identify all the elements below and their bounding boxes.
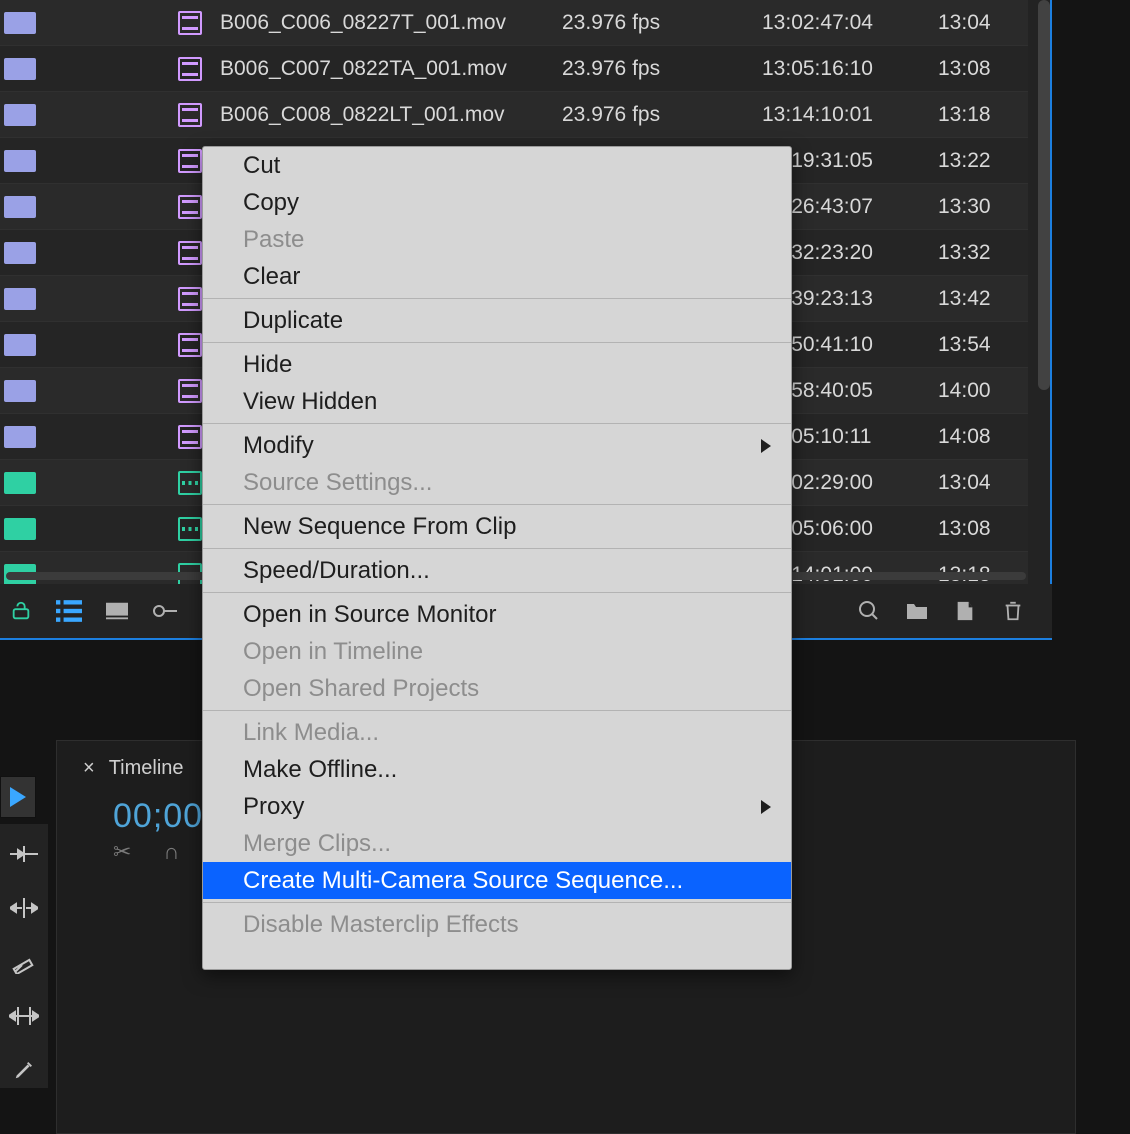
snap-icon[interactable]: ✂	[113, 839, 131, 865]
clip-media-end: 14:00	[938, 379, 1028, 403]
video-clip-icon	[178, 11, 202, 35]
menu-duplicate[interactable]: Duplicate	[203, 302, 791, 339]
clip-label-color[interactable]	[4, 472, 36, 494]
video-clip-icon	[178, 149, 202, 173]
audio-clip-icon	[178, 517, 202, 541]
menu-open-in-timeline: Open in Timeline	[203, 633, 791, 670]
clip-framerate: 23.976 fps	[562, 57, 762, 81]
clip-name: B006_C007_0822TA_001.mov	[202, 57, 562, 81]
clip-label-color[interactable]	[4, 518, 36, 540]
ripple-insert-icon[interactable]	[6, 836, 42, 872]
clip-label-color[interactable]	[4, 426, 36, 448]
clip-media-end: 13:22	[938, 149, 1028, 173]
freeform-view-icon[interactable]	[150, 596, 180, 626]
clip-framerate: 23.976 fps	[562, 11, 762, 35]
menu-clear[interactable]: Clear	[203, 258, 791, 295]
clip-label-color[interactable]	[4, 58, 36, 80]
source-play-button[interactable]	[0, 776, 36, 818]
menu-source-settings: Source Settings...	[203, 464, 791, 501]
menu-view-hidden[interactable]: View Hidden	[203, 383, 791, 420]
slip-icon[interactable]	[6, 998, 42, 1034]
clip-framerate: 23.976 fps	[562, 103, 762, 127]
video-clip-icon	[178, 287, 202, 311]
timeline-tools	[0, 824, 48, 1088]
new-bin-icon[interactable]	[902, 596, 932, 626]
menu-disable-masterclip-effects: Disable Masterclip Effects	[203, 906, 791, 943]
clip-label-color[interactable]	[4, 12, 36, 34]
clip-media-start: 13:05:16:10	[762, 57, 938, 81]
menu-open-source-monitor[interactable]: Open in Source Monitor	[203, 596, 791, 633]
menu-merge-clips: Merge Clips...	[203, 825, 791, 862]
bin-row[interactable]: B006_C007_0822TA_001.mov 23.976 fps 13:0…	[0, 46, 1028, 92]
bin-row[interactable]: B006_C008_0822LT_001.mov 23.976 fps 13:1…	[0, 92, 1028, 138]
menu-link-media: Link Media...	[203, 714, 791, 751]
clip-label-color[interactable]	[4, 150, 36, 172]
video-clip-icon	[178, 379, 202, 403]
timeline-tab[interactable]: × Timeline	[83, 757, 184, 780]
bin-scrollbar[interactable]	[1038, 0, 1050, 390]
trash-icon[interactable]	[998, 596, 1028, 626]
clip-media-end: 13:30	[938, 195, 1028, 219]
timeline-timecode[interactable]: 00;00;	[113, 797, 214, 836]
close-icon[interactable]: ×	[83, 757, 95, 779]
clip-media-end: 13:08	[938, 57, 1028, 81]
clip-media-start: 13:02:47:04	[762, 11, 938, 35]
search-icon[interactable]	[854, 596, 884, 626]
clip-label-color[interactable]	[4, 242, 36, 264]
clip-media-end: 13:04	[938, 11, 1028, 35]
clip-media-end: 13:04	[938, 471, 1028, 495]
clip-label-color[interactable]	[4, 380, 36, 402]
magnet-icon[interactable]: ∩	[163, 839, 179, 865]
audio-clip-icon	[178, 471, 202, 495]
menu-speed-duration[interactable]: Speed/Duration...	[203, 552, 791, 589]
timeline-tab-label: Timeline	[109, 757, 184, 779]
clip-name: B006_C008_0822LT_001.mov	[202, 103, 562, 127]
menu-create-multicam[interactable]: Create Multi-Camera Source Sequence...	[203, 862, 791, 899]
clip-media-end: 13:42	[938, 287, 1028, 311]
menu-cut[interactable]: Cut	[203, 147, 791, 184]
chevron-right-icon	[761, 800, 771, 814]
clip-media-end: 13:32	[938, 241, 1028, 265]
clip-media-end: 13:54	[938, 333, 1028, 357]
menu-paste: Paste	[203, 221, 791, 258]
clip-label-color[interactable]	[4, 196, 36, 218]
video-clip-icon	[178, 425, 202, 449]
ripple-edit-icon[interactable]	[6, 890, 42, 926]
clip-label-color[interactable]	[4, 288, 36, 310]
menu-open-shared-projects: Open Shared Projects	[203, 670, 791, 707]
new-item-icon[interactable]	[950, 596, 980, 626]
menu-copy[interactable]: Copy	[203, 184, 791, 221]
video-clip-icon	[178, 241, 202, 265]
clip-media-end: 13:08	[938, 517, 1028, 541]
icon-view-icon[interactable]	[102, 596, 132, 626]
clip-label-color[interactable]	[4, 104, 36, 126]
menu-make-offline[interactable]: Make Offline...	[203, 751, 791, 788]
video-clip-icon	[178, 103, 202, 127]
lock-icon[interactable]	[6, 596, 36, 626]
menu-new-sequence-from-clip[interactable]: New Sequence From Clip	[203, 508, 791, 545]
pen-icon[interactable]	[6, 1052, 42, 1088]
menu-modify[interactable]: Modify	[203, 427, 791, 464]
clip-name: B006_C006_08227T_001.mov	[202, 11, 562, 35]
clip-media-end: 13:18	[938, 103, 1028, 127]
menu-proxy[interactable]: Proxy	[203, 788, 791, 825]
context-menu: Cut Copy Paste Clear Duplicate Hide View…	[202, 146, 792, 970]
list-view-icon[interactable]	[54, 596, 84, 626]
chevron-right-icon	[761, 439, 771, 453]
menu-hide[interactable]: Hide	[203, 346, 791, 383]
video-clip-icon	[178, 57, 202, 81]
razor-icon[interactable]	[6, 944, 42, 980]
bin-row[interactable]: B006_C006_08227T_001.mov 23.976 fps 13:0…	[0, 0, 1028, 46]
video-clip-icon	[178, 333, 202, 357]
video-clip-icon	[178, 195, 202, 219]
clip-media-start: 13:14:10:01	[762, 103, 938, 127]
clip-media-end: 14:08	[938, 425, 1028, 449]
clip-label-color[interactable]	[4, 334, 36, 356]
